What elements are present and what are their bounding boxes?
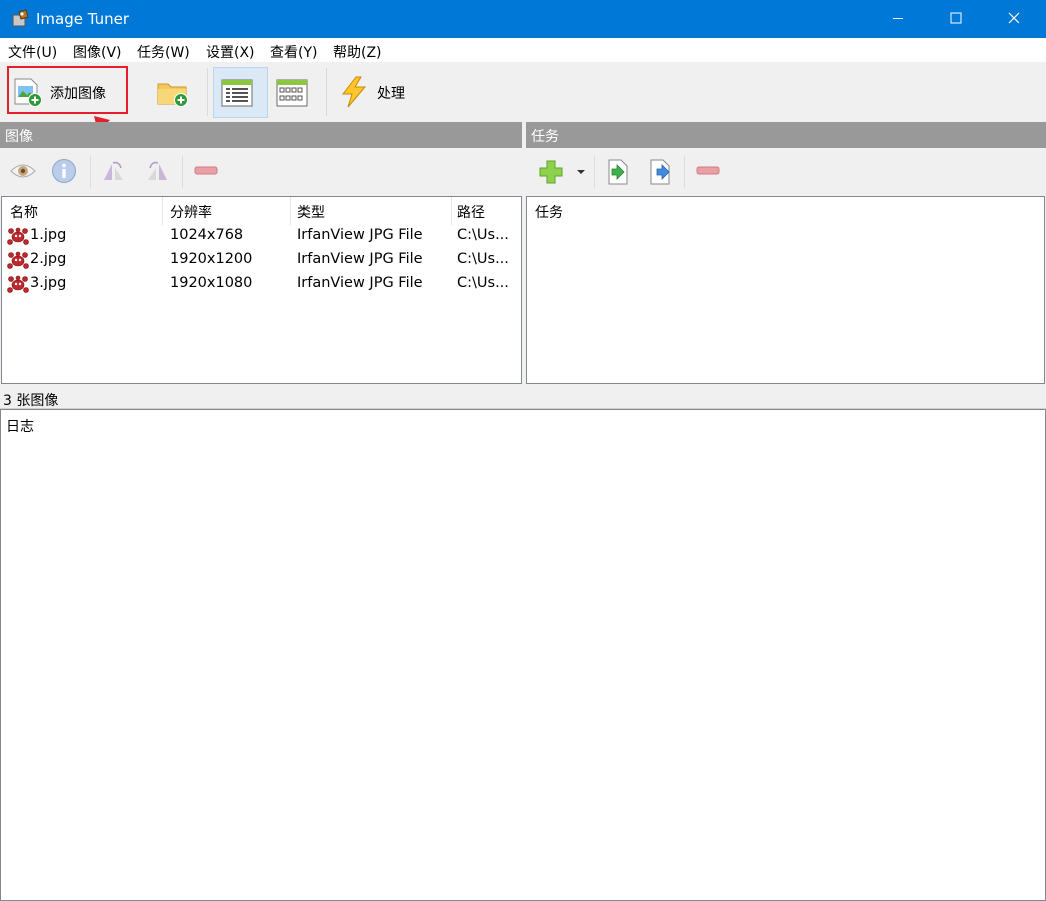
log-label: 日志 (6, 419, 34, 435)
table-row[interactable]: 2.jpg 1920x1200 IrfanView JPG File C:\Us… (2, 249, 521, 273)
images-pane-header: 图像 (0, 122, 522, 148)
image-name: 3.jpg (30, 275, 67, 291)
add-task-icon[interactable] (538, 159, 564, 185)
close-icon (1008, 12, 1020, 24)
highlight-box (7, 66, 128, 114)
image-type: IrfanView JPG File (297, 251, 423, 267)
table-row[interactable]: 3.jpg 1920x1080 IrfanView JPG File C:\Us… (2, 273, 521, 297)
tasks-list[interactable]: 任务 (526, 196, 1045, 384)
dropdown-arrow-icon[interactable] (576, 168, 586, 176)
status-bar: 3 张图像 (0, 389, 1046, 409)
eye-icon[interactable] (10, 160, 36, 182)
image-type: IrfanView JPG File (297, 275, 423, 291)
process-button[interactable]: 处理 (337, 74, 417, 110)
remove-icon[interactable] (194, 166, 218, 176)
image-name: 2.jpg (30, 251, 67, 267)
column-name[interactable]: 名称 (10, 202, 38, 222)
process-label: 处理 (377, 86, 405, 102)
details-view-button[interactable] (220, 78, 254, 108)
minimize-button[interactable] (870, 0, 928, 38)
maximize-button[interactable] (928, 0, 986, 38)
details-view-icon (221, 79, 253, 107)
info-icon[interactable] (51, 158, 77, 184)
image-type: IrfanView JPG File (297, 227, 423, 243)
menu-settings[interactable]: 设置(X) (206, 42, 255, 62)
irfanview-file-icon (7, 227, 29, 245)
toolbar-separator (326, 68, 327, 116)
rotate-left-icon[interactable] (101, 160, 127, 182)
images-toolbar (0, 148, 522, 196)
menu-task[interactable]: 任务(W) (137, 42, 190, 62)
toolbar-separator (207, 68, 208, 116)
image-path: C:\Us... (457, 251, 509, 267)
image-resolution: 1024x768 (170, 227, 244, 243)
app-icon (12, 9, 29, 27)
window-title: Image Tuner (36, 10, 130, 28)
tasks-toolbar (526, 148, 1046, 196)
export-task-icon[interactable] (648, 159, 672, 185)
image-count: 3 张图像 (3, 393, 59, 409)
toolbar-separator (594, 156, 595, 188)
irfanview-file-icon (7, 251, 29, 269)
column-divider[interactable] (451, 197, 452, 225)
tasks-pane-header: 任务 (526, 122, 1046, 148)
menu-image[interactable]: 图像(V) (73, 42, 122, 62)
maximize-icon (950, 12, 962, 24)
toolbar-separator (182, 156, 183, 188)
add-folder-icon (157, 83, 188, 107)
toolbar-separator (90, 156, 91, 188)
column-divider[interactable] (290, 197, 291, 225)
column-type[interactable]: 类型 (297, 202, 325, 222)
images-list[interactable]: 名称 分辨率 类型 路径 1.jpg 1024x768 IrfanView JP… (1, 196, 522, 384)
menu-file[interactable]: 文件(U) (8, 42, 57, 62)
toolbar-separator (684, 156, 685, 188)
thumbnail-view-button[interactable] (275, 78, 309, 108)
minimize-icon (893, 18, 903, 19)
image-resolution: 1920x1080 (170, 275, 253, 291)
rotate-right-icon[interactable] (144, 160, 170, 182)
add-folder-button[interactable] (156, 76, 192, 110)
column-task[interactable]: 任务 (535, 202, 563, 222)
irfanview-file-icon (7, 275, 29, 293)
lightning-icon (341, 76, 367, 108)
image-resolution: 1920x1200 (170, 251, 253, 267)
menu-bar: 文件(U) 图像(V) 任务(W) 设置(X) 查看(Y) 帮助(Z) (0, 38, 1046, 62)
image-path: C:\Us... (457, 275, 509, 291)
column-resolution[interactable]: 分辨率 (170, 202, 212, 222)
log-area[interactable]: 日志 (0, 409, 1046, 901)
import-task-icon[interactable] (606, 159, 630, 185)
remove-task-icon[interactable] (696, 166, 720, 176)
table-row[interactable]: 1.jpg 1024x768 IrfanView JPG File C:\Us.… (2, 225, 521, 249)
menu-help[interactable]: 帮助(Z) (333, 42, 382, 62)
menu-view[interactable]: 查看(Y) (270, 42, 317, 62)
close-button[interactable] (986, 0, 1044, 38)
thumbnail-view-icon (276, 79, 308, 107)
column-divider[interactable] (162, 197, 163, 225)
column-path[interactable]: 路径 (457, 202, 485, 222)
title-bar: Image Tuner (0, 0, 1046, 38)
pane-splitter[interactable] (522, 122, 526, 384)
image-name: 1.jpg (30, 227, 67, 243)
image-path: C:\Us... (457, 227, 509, 243)
